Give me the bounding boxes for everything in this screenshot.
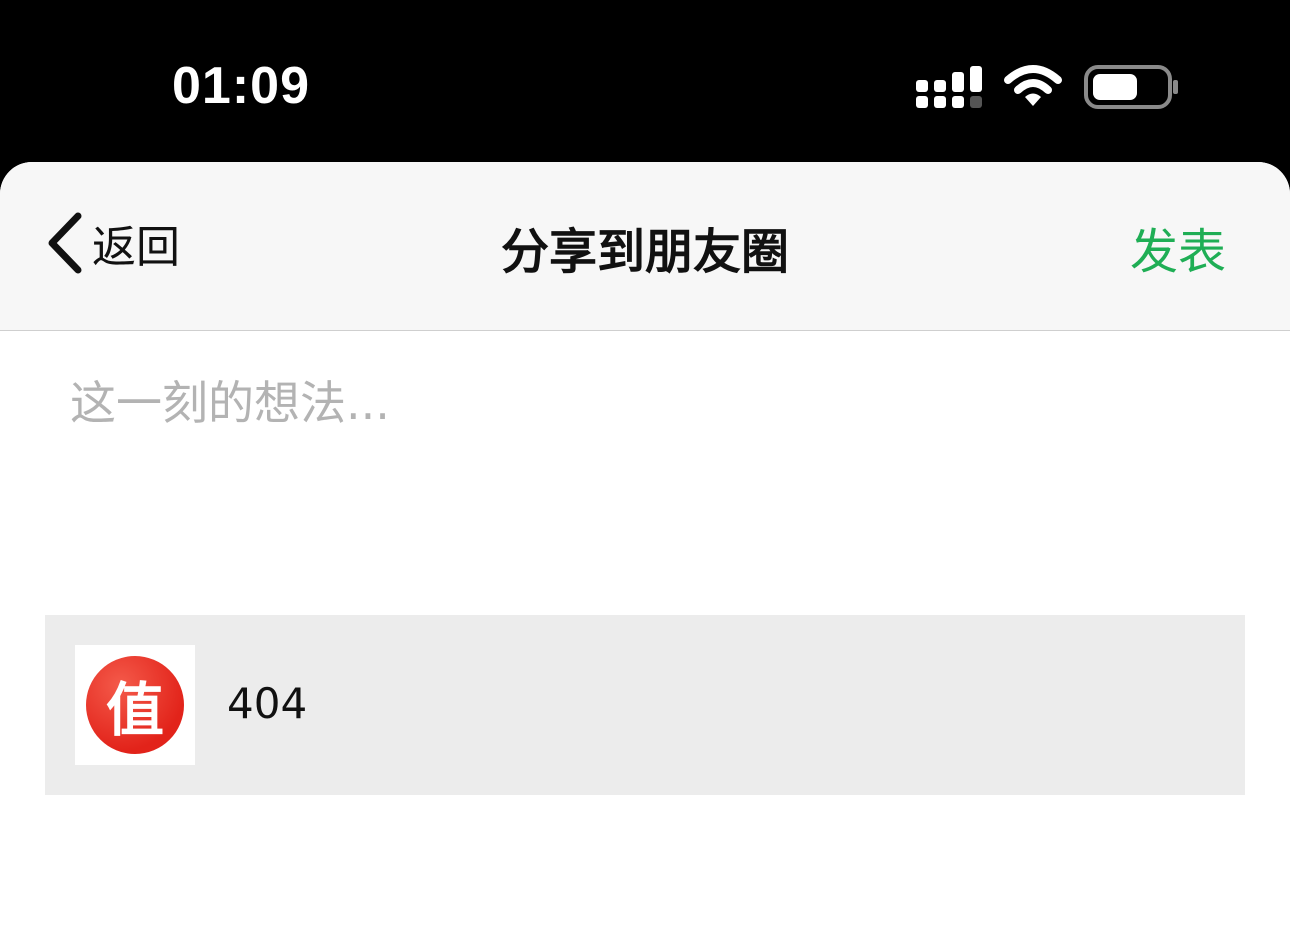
moment-text-input[interactable]	[70, 367, 1220, 527]
link-thumbnail: 值	[75, 645, 195, 765]
cellular-signal-icon	[916, 66, 982, 108]
publish-button[interactable]: 发表	[1130, 212, 1226, 282]
wifi-icon	[1004, 65, 1062, 106]
zhi-logo-icon: 值	[86, 656, 184, 754]
battery-icon	[1084, 65, 1178, 109]
status-bar: 01:09	[0, 0, 1290, 162]
share-sheet: 返回 分享到朋友圈 发表 值 404	[0, 162, 1290, 935]
page-title: 分享到朋友圈	[500, 224, 789, 280]
link-title: 404	[227, 679, 308, 728]
shared-link-card[interactable]: 值 404	[45, 615, 1245, 795]
navigation-bar: 返回 分享到朋友圈 发表	[0, 162, 1290, 331]
status-time: 01:09	[172, 57, 310, 115]
